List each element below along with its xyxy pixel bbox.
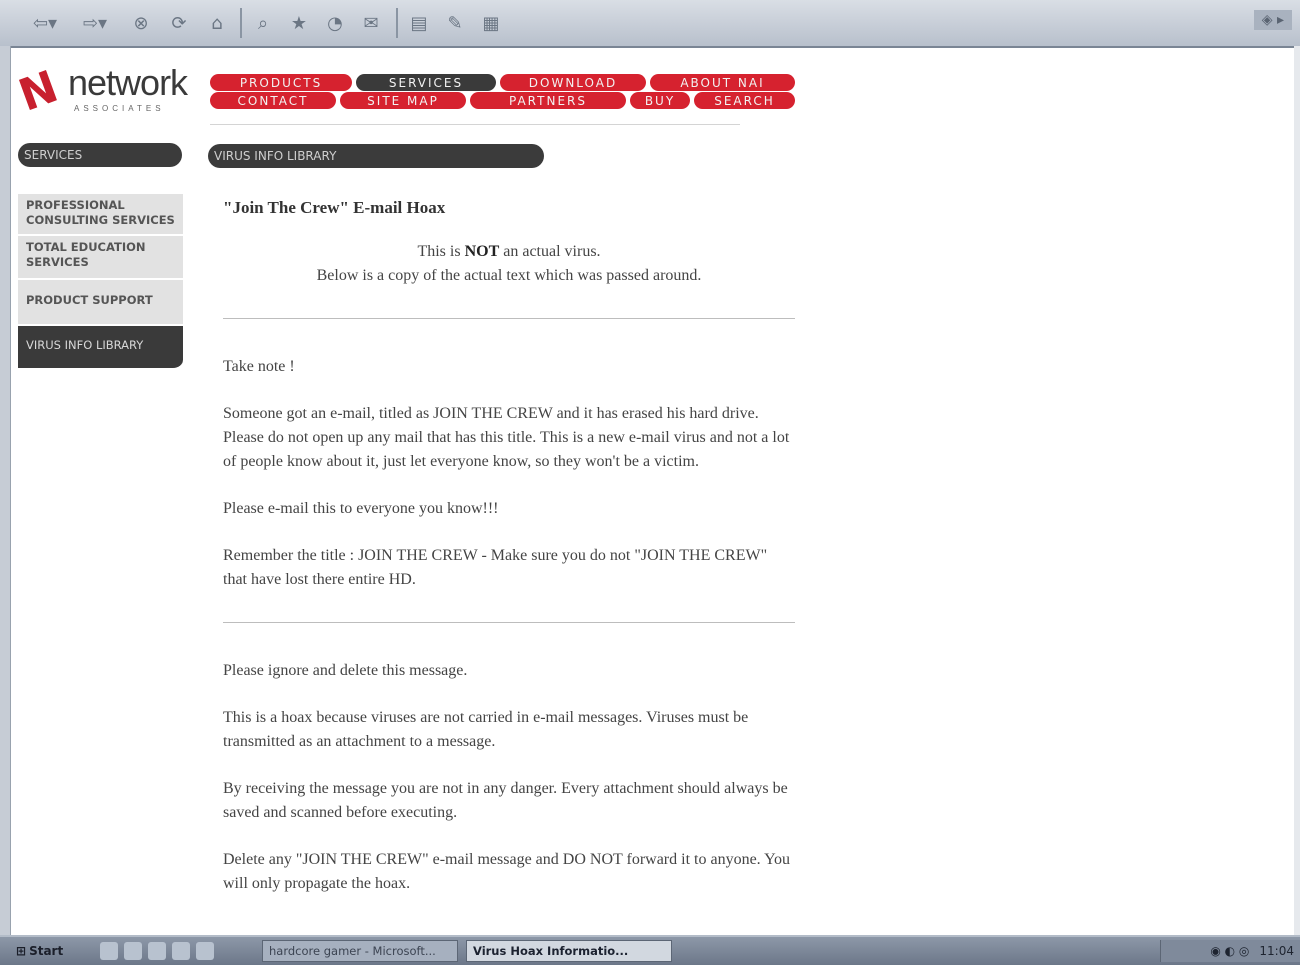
explanation-paragraph: By receiving the message you are not in … [223,780,788,821]
hoax-paragraph: Please e-mail this to everyone you know!… [223,500,499,517]
quicklaunch-icon[interactable] [172,942,190,960]
explanation-paragraph: This is a hoax because viruses are not c… [223,709,749,750]
ie-icon[interactable] [100,942,118,960]
nav-contact[interactable]: CONTACT [210,92,336,109]
print-icon[interactable]: ▤ [406,10,432,36]
logo-mark-icon: N [12,61,65,122]
window-right-edge [1294,46,1300,935]
network-associates-logo[interactable]: N network ASSOCIATES [12,61,218,122]
search-icon[interactable]: ⌕ [250,10,276,36]
section-header: VIRUS INFO LIBRARY [208,144,544,168]
notice-line-2: Below is a copy of the actual text which… [316,267,702,284]
clock: 11:04 [1259,944,1294,958]
toolbar-separator [396,8,398,38]
nav-services[interactable]: SERVICES [356,74,496,91]
tray-icons[interactable]: ◉ ◐ ◎ [1210,944,1249,958]
taskbar-item-virus-hoax[interactable]: Virus Hoax Informatio... [466,940,672,962]
explanation-paragraph: Delete any "JOIN THE CREW" e-mail messag… [223,851,791,892]
sidebar-item-professional-consulting[interactable]: PROFESSIONAL CONSULTING SERVICES [18,194,183,236]
home-icon[interactable]: ⌂ [204,10,230,36]
nav-site-map[interactable]: SITE MAP [340,92,466,109]
quicklaunch-icon[interactable] [148,942,166,960]
nav-download[interactable]: DOWNLOAD [500,74,646,91]
taskbar-item-hardcore-gamer[interactable]: hardcore gamer - Microsoft... [262,940,458,962]
hoax-paragraph: Take note ! [223,358,295,375]
sidebar-item-total-education[interactable]: TOTAL EDUCATION SERVICES [18,236,183,280]
notice-line-1: This is NOT an actual virus. [223,240,795,264]
favorites-icon[interactable]: ★ [286,10,312,36]
refresh-icon[interactable]: ⟳ [166,10,192,36]
notice-bold: NOT [464,243,500,260]
links-icon[interactable]: ◈ ▸ [1253,10,1292,30]
nav-partners[interactable]: PARTNERS [470,92,626,109]
edit-icon[interactable]: ✎ [442,10,468,36]
nav-about-nai[interactable]: ABOUT NAI [650,74,795,91]
discuss-icon[interactable]: ▦ [478,10,504,36]
article-content: "Join The Crew" E-mail Hoax This is NOT … [223,196,795,896]
browser-toolbar: ⇦▾ ⇨▾ ⊗ ⟳ ⌂ ⌕ ★ ◔ ✉ ▤ ✎ ▦ ◈ ▸ [0,0,1300,48]
explanation-paragraph: Please ignore and delete this message. [223,662,468,679]
windows-flag-icon: ⊞ [16,944,27,958]
hoax-paragraph: Someone got an e-mail, titled as JOIN TH… [223,405,790,470]
sidebar-header: SERVICES [18,143,182,167]
desktop-icon[interactable] [196,942,214,960]
toolbar-separator [240,8,242,38]
notice-text-post: an actual virus. [499,243,601,260]
sidebar-item-product-support[interactable]: PRODUCT SUPPORT [18,280,183,326]
start-button[interactable]: ⊞ Start [10,941,69,961]
logo-subtitle: ASSOCIATES [74,104,165,113]
taskbar: ⊞ Start hardcore gamer - Microsoft... Vir… [0,935,1300,965]
notice-text: This is [417,243,465,260]
nav-buy[interactable]: BUY [630,92,690,109]
back-arrow-icon[interactable]: ⇦▾ [28,10,62,36]
sidebar-item-virus-info-library[interactable]: VIRUS INFO LIBRARY [18,326,183,370]
system-tray: ◉ ◐ ◎ 11:04 [1160,940,1300,962]
divider [223,622,795,623]
page-title: "Join The Crew" E-mail Hoax [223,198,446,217]
hoax-paragraph: Remember the title : JOIN THE CREW - Mak… [223,547,768,588]
window-left-edge [0,46,11,935]
nav-products[interactable]: PRODUCTS [210,74,352,91]
divider [223,318,795,319]
mail-icon[interactable]: ✉ [358,10,384,36]
quicklaunch-icon[interactable] [124,942,142,960]
stop-icon[interactable]: ⊗ [128,10,154,36]
nav-divider [210,124,740,125]
sidebar-menu: PROFESSIONAL CONSULTING SERVICES TOTAL E… [18,194,183,370]
history-icon[interactable]: ◔ [322,10,348,36]
logo-word: network [68,62,188,103]
start-label: Start [29,944,64,958]
forward-arrow-icon[interactable]: ⇨▾ [78,10,112,36]
nav-search[interactable]: SEARCH [694,92,795,109]
